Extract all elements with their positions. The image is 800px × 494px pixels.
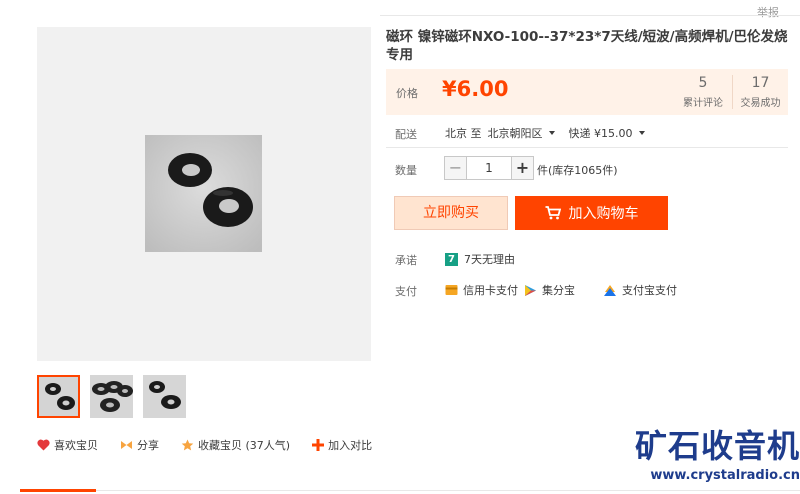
reviews-stat[interactable]: 5 累计评论 — [673, 75, 733, 109]
thumbnail-1[interactable] — [37, 375, 80, 418]
watermark-url: www.crystalradio.cn — [650, 468, 800, 483]
deals-label: 交易成功 — [740, 98, 781, 109]
active-tab-indicator — [20, 489, 96, 492]
buy-now-button[interactable]: 立即购买 — [394, 196, 508, 230]
quantity-stepper: − + — [444, 156, 534, 180]
jifenbao-icon — [525, 284, 536, 296]
reviews-label: 累计评论 — [683, 98, 723, 109]
promise-label: 承诺 — [395, 254, 417, 267]
site-watermark: 矿石收音机 www.crystalradio.cn — [632, 428, 800, 483]
payment-jifenbao[interactable]: 集分宝 — [524, 282, 575, 298]
stock-info: 件(库存1065件) — [537, 164, 618, 177]
credit-card-icon — [445, 285, 458, 295]
alipay-icon — [604, 284, 616, 296]
reviews-count: 5 — [698, 75, 708, 91]
quantity-increase-button[interactable]: + — [511, 156, 534, 180]
thumbnail-2[interactable] — [90, 375, 133, 418]
favorite-button[interactable]: 收藏宝贝 (37人气) — [181, 437, 290, 453]
payment-credit-card[interactable]: 信用卡支付 — [445, 282, 518, 298]
like-button[interactable]: 喜欢宝贝 — [37, 437, 98, 453]
share-button[interactable]: 分享 — [120, 437, 159, 453]
plus-icon — [312, 439, 325, 451]
watermark-brand: 矿石收音机 — [634, 427, 800, 465]
share-label: 分享 — [137, 439, 159, 452]
shipping-from: 北京 至 — [445, 127, 482, 140]
compare-button[interactable]: 加入对比 — [312, 437, 372, 453]
promise-text: 7天无理由 — [464, 253, 515, 266]
shipping-label: 配送 — [395, 128, 417, 141]
payment-alipay[interactable]: 支付宝支付 — [603, 282, 677, 298]
payment-label: 支付 — [395, 285, 417, 298]
heart-icon — [37, 439, 50, 451]
quantity-decrease-button[interactable]: − — [444, 156, 467, 180]
add-to-cart-label: 加入购物车 — [568, 206, 639, 222]
deals-count: 17 — [751, 75, 770, 91]
payment-alipay-label: 支付宝支付 — [622, 284, 677, 297]
price-value: ¥6.00 — [442, 77, 509, 101]
product-photo — [145, 135, 262, 252]
price-panel: 价格 ¥6.00 5 累计评论 17 交易成功 — [386, 69, 788, 115]
like-label: 喜欢宝贝 — [54, 439, 98, 452]
thumbnail-3[interactable] — [143, 375, 186, 418]
chevron-down-icon[interactable] — [548, 130, 555, 135]
shipping-info: 北京 至 北京朝阳区 快递 ¥15.00 — [445, 125, 659, 141]
deals-stat: 17 交易成功 — [732, 75, 788, 109]
promise-7day[interactable]: 7 7天无理由 — [445, 251, 515, 267]
chevron-down-icon[interactable] — [638, 130, 645, 135]
add-to-cart-button[interactable]: 加入购物车 — [515, 196, 668, 230]
shipping-method[interactable]: 快递 ¥15.00 — [569, 125, 633, 141]
favorite-label: 收藏宝贝 (37人气) — [198, 439, 291, 452]
seven-day-icon: 7 — [445, 252, 458, 266]
price-label: 价格 — [396, 87, 418, 100]
top-divider — [380, 15, 800, 16]
bottom-divider — [20, 490, 800, 491]
star-icon — [181, 439, 194, 451]
shipping-destination[interactable]: 北京朝阳区 — [488, 125, 543, 141]
product-title: 磁环 镍锌磁环NXO-100--37*23*7天线/短波/高频焊机/巴伦发烧专用 — [386, 29, 788, 63]
quantity-label: 数量 — [395, 164, 417, 177]
product-actions: 喜欢宝贝 分享 收藏宝贝 (37人气) 加入对比 — [37, 437, 394, 453]
share-icon — [121, 441, 132, 449]
payment-credit-card-label: 信用卡支付 — [463, 284, 518, 297]
cart-icon — [545, 206, 561, 220]
quantity-input[interactable] — [467, 156, 511, 180]
payment-jifenbao-label: 集分宝 — [542, 284, 575, 297]
compare-label: 加入对比 — [328, 439, 373, 452]
report-link[interactable]: 举报 — [757, 4, 779, 20]
section-divider — [386, 147, 788, 148]
